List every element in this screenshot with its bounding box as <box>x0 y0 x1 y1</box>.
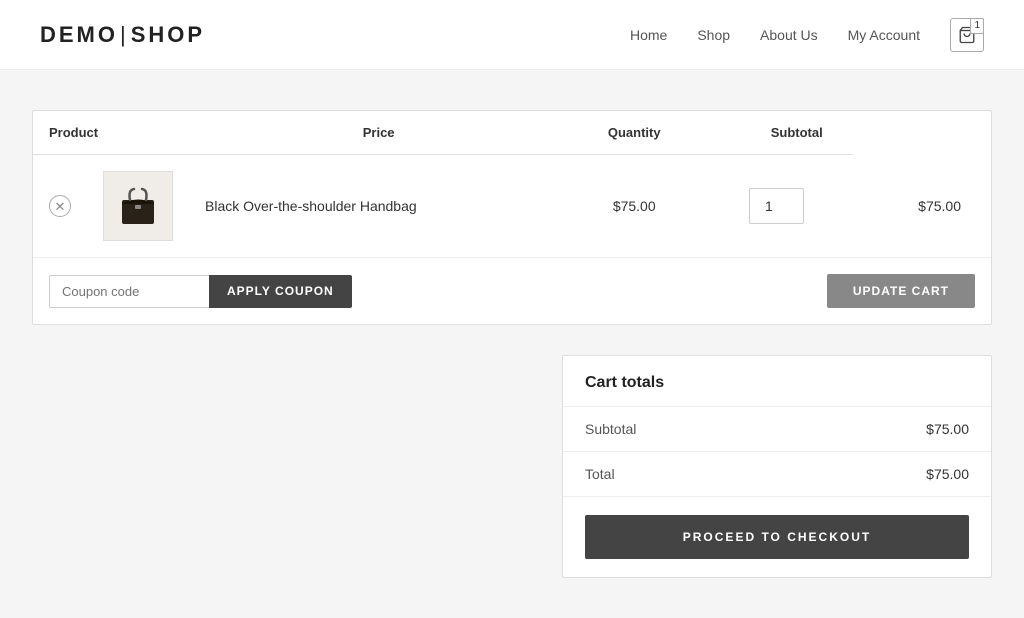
col-header-quantity: Quantity <box>568 111 700 155</box>
logo-shop: SHOP <box>131 22 205 47</box>
total-label: Total <box>585 466 615 482</box>
cart-totals-title: Cart totals <box>563 356 991 407</box>
product-subtotal-cell: $75.00 <box>853 155 991 258</box>
subtotal-row: Subtotal $75.00 <box>563 407 991 452</box>
product-price-cell: $75.00 <box>568 155 700 258</box>
product-name-cell: Black Over-the-shoulder Handbag <box>189 155 568 258</box>
nav-account[interactable]: My Account <box>848 27 920 43</box>
logo-separator: | <box>120 22 129 47</box>
product-qty-cell <box>700 155 853 258</box>
cart-icon-button[interactable]: 1 <box>950 18 984 52</box>
remove-item-button[interactable]: ✕ <box>49 195 71 217</box>
site-logo[interactable]: DEMO|SHOP <box>40 22 205 48</box>
nav-home[interactable]: Home <box>630 27 667 43</box>
product-subtotal: $75.00 <box>918 198 961 214</box>
nav-about[interactable]: About Us <box>760 27 818 43</box>
subtotal-label: Subtotal <box>585 421 636 437</box>
col-header-product: Product <box>33 111 189 155</box>
header: DEMO|SHOP Home Shop About Us My Account … <box>0 0 1024 70</box>
nav-shop[interactable]: Shop <box>697 27 730 43</box>
handbag-svg <box>114 182 162 230</box>
subtotal-value: $75.00 <box>926 421 969 437</box>
coupon-input[interactable] <box>49 275 209 308</box>
coupon-area: APPLY COUPON <box>49 275 352 308</box>
cart-count-badge: 1 <box>970 18 984 34</box>
product-price: $75.00 <box>613 198 656 214</box>
main-content: Product Price Quantity Subtotal ✕ <box>12 110 1012 578</box>
table-row: ✕ <box>33 155 991 258</box>
logo-demo: DEMO <box>40 22 118 47</box>
product-image <box>103 171 173 241</box>
remove-cell: ✕ <box>33 155 87 258</box>
total-value: $75.00 <box>926 466 969 482</box>
product-name: Black Over-the-shoulder Handbag <box>205 198 417 214</box>
update-cart-button[interactable]: UPDATE CART <box>827 274 975 308</box>
cart-totals-section: Cart totals Subtotal $75.00 Total $75.00… <box>32 355 992 578</box>
col-header-price: Price <box>189 111 568 155</box>
proceed-to-checkout-button[interactable]: PROCEED TO CHECKOUT <box>585 515 969 559</box>
col-header-subtotal: Subtotal <box>700 111 853 155</box>
total-row: Total $75.00 <box>563 452 991 497</box>
quantity-input[interactable] <box>749 188 804 224</box>
cart-table: Product Price Quantity Subtotal ✕ <box>33 111 991 258</box>
cart-totals-box: Cart totals Subtotal $75.00 Total $75.00… <box>562 355 992 578</box>
product-image-cell <box>87 155 189 258</box>
main-nav: Home Shop About Us My Account 1 <box>630 18 984 52</box>
cart-table-wrapper: Product Price Quantity Subtotal ✕ <box>32 110 992 325</box>
cart-actions: APPLY COUPON UPDATE CART <box>33 258 991 324</box>
apply-coupon-button[interactable]: APPLY COUPON <box>209 275 352 308</box>
